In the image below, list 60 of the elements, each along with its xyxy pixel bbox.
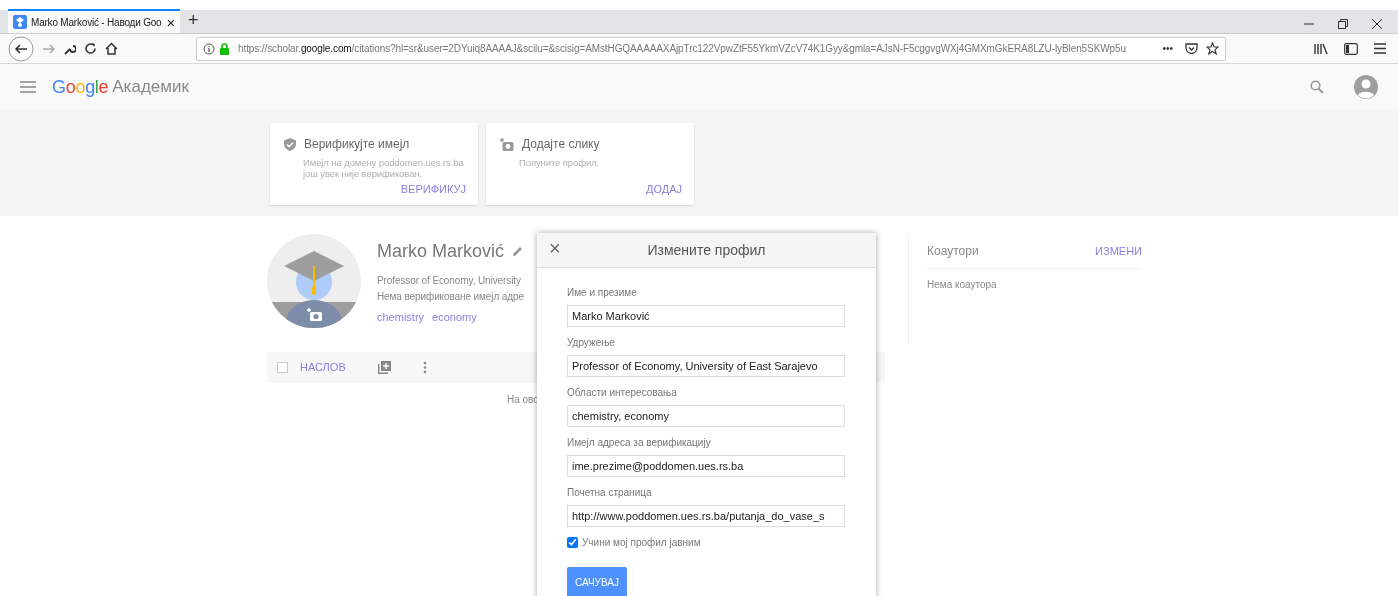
input-field[interactable]: Marko Marković [567,305,845,327]
edit-link[interactable]: ИЗМЕНИ [1095,242,1142,260]
info-icon[interactable] [203,42,215,55]
home-icon[interactable] [105,42,118,55]
address-bar[interactable]: https://scholar.google.com/citations?hl=sr&user=2DYuiq8AAAAJ&scilu=&scisig=AMstHGQAAAAAXAjpTrc122VpwZtF55YkmVZcV74K1Gyy&gmla=AJsN-F5cggvgWXj4GMXmGkERA8LZU-lyBlen5SKWp5u ••• [196,36,1226,61]
library-icon[interactable] [1314,42,1328,55]
pocket-icon[interactable] [1185,42,1198,55]
forward-icon[interactable] [42,42,56,55]
close-button[interactable]: × [545,238,565,258]
dialog-title: Измените профил [647,240,766,260]
checkbox[interactable] [277,362,288,373]
reload-icon[interactable] [84,42,97,55]
back-icon[interactable] [8,35,34,62]
coauthors-title: Коаутори [927,243,979,260]
close-icon[interactable] [1372,19,1382,29]
field-label: Имејл адреса за верификацију [567,436,712,450]
affiliation-text: Professor of Economy, University [377,274,522,288]
logo[interactable]: Google [52,73,109,101]
url-text: https://scholar.google.com/citations?hl=sr&user=2DYuiq8AAAAJ&scilu=&scisig=AMstHGQAAAAAXAjpTrc122VpwZtF55YkmVZcV74K1Gyy&gmla=AJsN-F5cggvgWXj4GMXmGkERA8LZU-lyBlen5SKWp5u [238,42,1126,56]
star-icon[interactable] [1206,42,1219,55]
interest-link[interactable]: chemistry [377,309,425,326]
new-tab-button[interactable]: + [188,11,199,29]
field-label: Области интересовања [567,386,678,400]
scholar-icon [13,15,27,29]
input-field[interactable]: http://www.poddomen.ues.rs.ba/putanja_do_vase_s [567,505,845,527]
interest-link[interactable]: economy [432,309,477,326]
input-field[interactable]: chemistry, economy [567,405,845,427]
product-name: Академик [112,76,189,99]
more-actions-icon[interactable]: ••• [1162,41,1173,56]
field-label: Почетна страница [567,486,653,500]
add-photo-icon[interactable] [307,307,323,322]
empty-note: Нема коаутора [927,278,998,292]
edit-icon[interactable] [512,246,524,257]
search-icon[interactable] [1310,80,1324,94]
add-photo-icon [500,137,514,151]
profile-name: Marko Marković [377,240,505,263]
account-avatar[interactable] [1354,75,1378,99]
close-tab-icon[interactable]: × [166,14,175,30]
sidebar-icon[interactable] [1344,42,1358,55]
card-text: Попуните профил. [519,157,601,169]
checkbox-label: Учини мој профил јавним [582,536,701,550]
tab-title: Marko Marković - Наводи Goo [31,15,163,30]
shield-icon [284,137,296,151]
card-text: Имејл на домену poddomen.ues.rs.ba још увек није верификован. [303,157,465,180]
field-label: Име и презиме [567,286,638,300]
restore-icon[interactable] [1338,19,1348,29]
input-field[interactable]: Professor of Economy, University of East Sarajevo [567,355,845,377]
checkbox[interactable] [567,537,578,548]
add-icon[interactable] [377,361,391,374]
email-note: Нема верификоване имејл адре [377,290,524,304]
lock-icon [219,42,230,55]
field-label: Удружење [567,336,616,350]
card-title: Верификујте имејл [304,136,410,153]
card-action-link[interactable]: ДОДАЈ [645,180,682,197]
more-icon[interactable] [422,361,427,374]
card-title: Додајте слику [522,136,600,153]
browser-tab[interactable]: Marko Marković - Наводи Goo × [8,9,180,33]
menu-icon[interactable] [1374,43,1386,54]
card-action-link[interactable]: ВЕРИФИКУЈ [400,180,466,197]
input-field[interactable]: ime.prezime@poddomen.ues.rs.ba [567,455,845,477]
